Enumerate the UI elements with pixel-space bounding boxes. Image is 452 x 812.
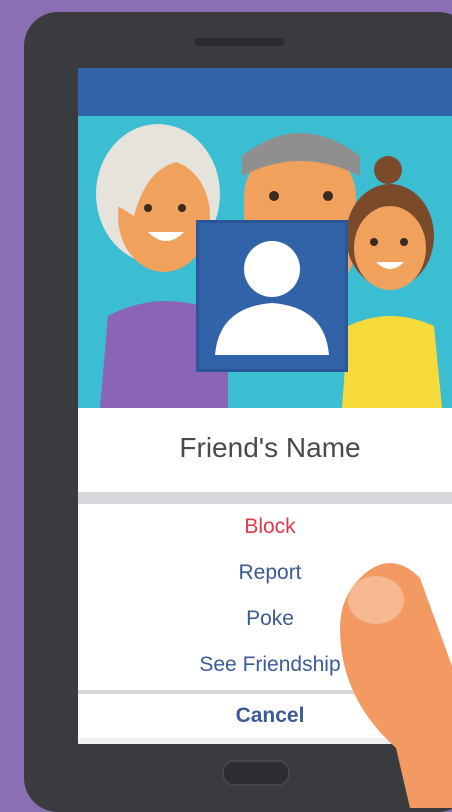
pointing-finger: [340, 563, 452, 808]
girl-figure: [342, 156, 442, 408]
person-silhouette-icon: [215, 241, 329, 355]
app-top-bar: [78, 68, 452, 116]
friend-name: Friend's Name: [179, 432, 361, 463]
phone-speaker: [194, 38, 284, 46]
phone-home-button[interactable]: [222, 760, 290, 786]
profile-name-card: Friend's Name: [78, 408, 452, 492]
section-divider: [78, 492, 452, 504]
profile-avatar[interactable]: [196, 220, 348, 372]
block-button[interactable]: Block: [78, 504, 452, 550]
